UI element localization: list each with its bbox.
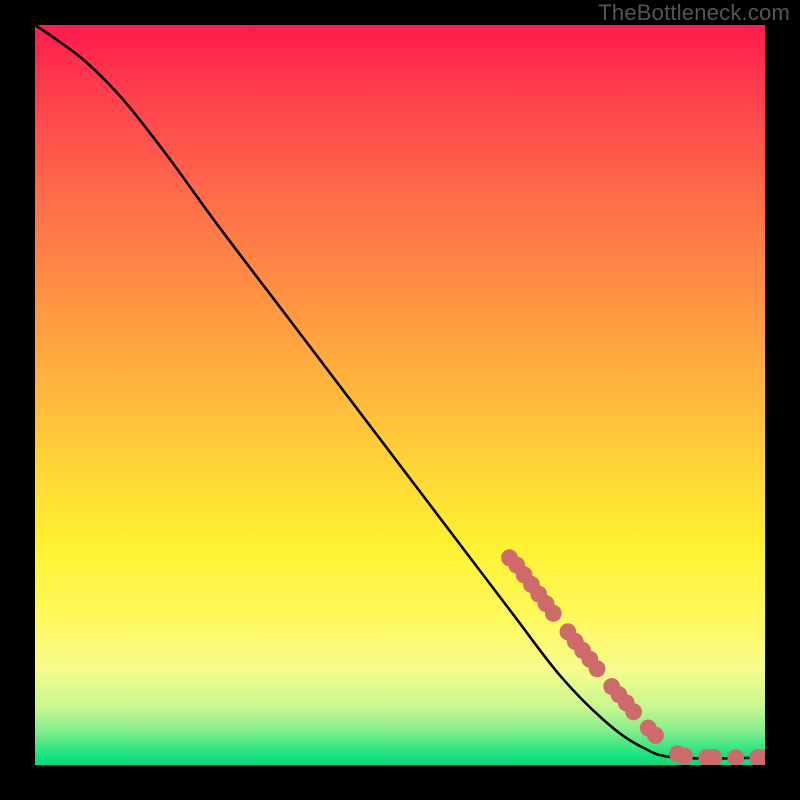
highlight-points-group xyxy=(501,549,765,765)
highlight-point xyxy=(545,605,562,622)
highlight-point xyxy=(625,703,642,720)
watermark-text: TheBottleneck.com xyxy=(598,0,790,26)
highlight-point xyxy=(647,727,664,744)
curve-layer xyxy=(35,25,765,765)
chart-frame: TheBottleneck.com xyxy=(0,0,800,800)
highlight-point xyxy=(727,749,744,765)
plot-area xyxy=(35,25,765,765)
highlight-point xyxy=(589,660,606,677)
highlight-point xyxy=(676,748,693,765)
bottleneck-curve xyxy=(35,25,765,758)
